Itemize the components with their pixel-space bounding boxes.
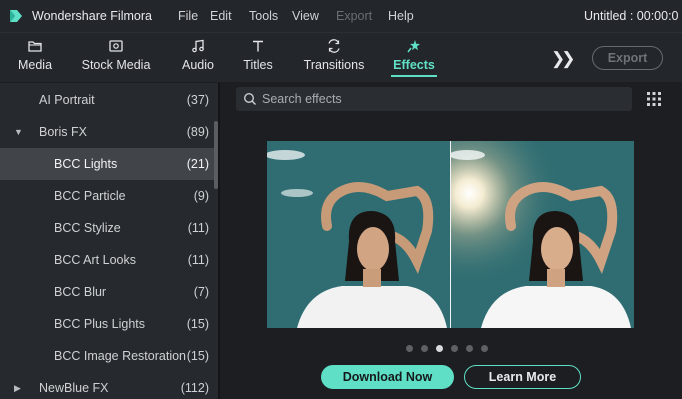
sidebar-item-label: Boris FX (39, 125, 87, 139)
search-icon (243, 92, 257, 106)
music-note-icon (192, 39, 204, 53)
tab-stock-media[interactable]: Stock Media (82, 33, 150, 83)
carousel-dots (406, 345, 488, 352)
sidebar-item-bcc-blur[interactable]: BCC Blur (7) (0, 276, 214, 308)
sidebar-item-count: (37) (186, 93, 209, 107)
sidebar-item-bcc-stylize[interactable]: BCC Stylize (11) (0, 212, 214, 244)
menu-view[interactable]: View (292, 9, 319, 23)
sidebar-item-label: BCC Lights (54, 157, 118, 171)
effects-content-panel: Download Now Learn More (220, 83, 682, 399)
text-t-icon (253, 40, 263, 52)
sidebar-item-label: BCC Plus Lights (54, 317, 146, 331)
sidebar-item-label: AI Portrait (39, 93, 95, 107)
sidebar-item-bcc-particle[interactable]: BCC Particle (9) (0, 180, 214, 212)
sidebar-item-newblue-fx[interactable]: ▶ NewBlue FX (112) (0, 372, 214, 399)
menu-export: Export (336, 9, 373, 23)
grid-view-icon[interactable] (647, 92, 661, 106)
transitions-icon (328, 39, 340, 53)
main-toolbar: Media Stock Media Audio Titles Transitio… (0, 32, 682, 82)
document-title: Untitled : 00:00:0 (584, 9, 679, 23)
menu-file[interactable]: File (178, 9, 198, 23)
filmora-logo-icon (10, 10, 22, 22)
carousel-dot[interactable] (406, 345, 413, 352)
sidebar-item-label: BCC Art Looks (54, 253, 136, 267)
sidebar-item-bcc-image-restoration[interactable]: BCC Image Restoration (15) (0, 340, 214, 372)
folder-icon (28, 41, 42, 52)
sidebar-item-label: BCC Blur (54, 285, 107, 299)
download-now-button[interactable]: Download Now (321, 365, 454, 389)
sidebar-item-label: NewBlue FX (39, 381, 109, 395)
learn-more-button[interactable]: Learn More (464, 365, 581, 389)
effect-preview-image (267, 141, 634, 328)
sidebar-item-count: (15) (186, 349, 209, 363)
effects-category-sidebar: AI Portrait (37) ▼ Boris FX (89) BCC Lig… (0, 83, 218, 399)
sidebar-item-count: (11) (187, 221, 209, 235)
sidebar-item-bcc-art-looks[interactable]: BCC Art Looks (11) (0, 244, 214, 276)
sidebar-item-bcc-plus-lights[interactable]: BCC Plus Lights (15) (0, 308, 214, 340)
tab-audio[interactable]: Audio (181, 33, 215, 83)
tab-audio-label: Audio (182, 58, 214, 72)
carousel-dot[interactable] (481, 345, 488, 352)
collapsed-arrow-icon[interactable]: ▶ (14, 383, 21, 394)
carousel-dot[interactable] (466, 345, 473, 352)
search-input[interactable] (262, 90, 622, 108)
double-chevron-right-icon[interactable]: ❯❯ (551, 49, 575, 69)
export-button[interactable]: Export (592, 46, 663, 70)
sidebar-item-label: BCC Image Restoration (54, 349, 187, 363)
sidebar-item-count: (7) (193, 285, 209, 299)
sidebar-item-bcc-lights[interactable]: BCC Lights (21) (0, 148, 214, 180)
preview-after-image (451, 141, 634, 328)
tab-effects[interactable]: Effects (391, 33, 437, 83)
expanded-arrow-icon[interactable]: ▼ (14, 127, 23, 137)
carousel-dot[interactable] (421, 345, 428, 352)
sidebar-item-label: BCC Particle (54, 189, 126, 203)
menu-edit[interactable]: Edit (210, 9, 232, 23)
carousel-dot-active[interactable] (436, 345, 443, 352)
menu-tools[interactable]: Tools (249, 9, 278, 23)
sidebar-item-count: (21) (186, 157, 209, 171)
tab-stock-media-label: Stock Media (81, 58, 151, 72)
sidebar-item-count: (89) (186, 125, 209, 139)
tab-titles[interactable]: Titles (243, 33, 273, 83)
sidebar-item-count: (9) (193, 189, 209, 203)
title-bar: Wondershare Filmora File Edit Tools View… (0, 0, 682, 32)
carousel-dot[interactable] (451, 345, 458, 352)
sidebar-item-count: (11) (187, 253, 209, 267)
tab-transitions-label: Transitions (303, 58, 365, 72)
sidebar-item-label: BCC Stylize (54, 221, 121, 235)
sidebar-item-ai-portrait[interactable]: AI Portrait (37) (0, 84, 214, 116)
effects-sparkle-icon (407, 40, 420, 53)
sidebar-item-count: (112) (180, 381, 209, 395)
preview-before-image (267, 141, 450, 328)
search-bar[interactable] (236, 87, 632, 111)
tab-media-label: Media (17, 58, 53, 72)
sidebar-item-boris-fx[interactable]: ▼ Boris FX (89) (0, 116, 214, 148)
stock-media-icon (109, 40, 123, 52)
sidebar-item-count: (15) (186, 317, 209, 331)
app-title: Wondershare Filmora (32, 9, 152, 23)
tab-media[interactable]: Media (18, 33, 52, 83)
tab-transitions[interactable]: Transitions (304, 33, 364, 83)
menu-help[interactable]: Help (388, 9, 414, 23)
tab-titles-label: Titles (243, 58, 273, 72)
tab-effects-label: Effects (393, 58, 435, 72)
